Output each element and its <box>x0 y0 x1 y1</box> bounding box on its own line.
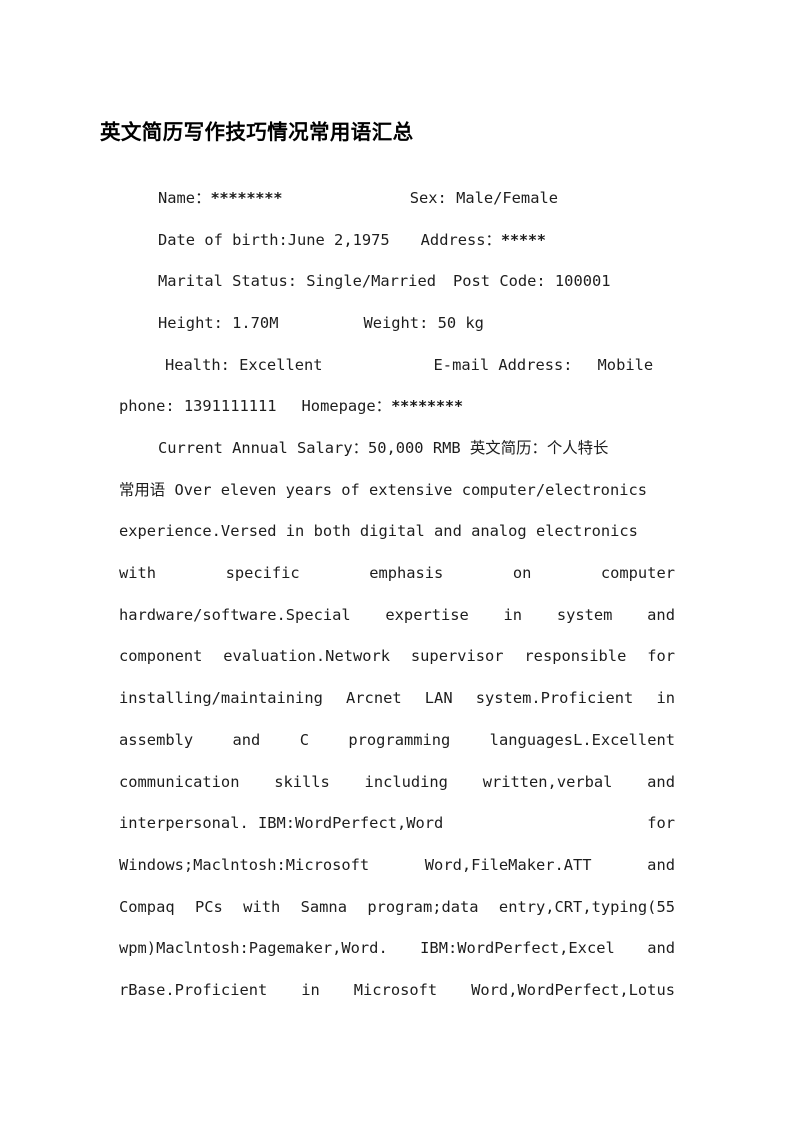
address-label: Address： <box>420 230 501 249</box>
line-with-specific: with specific emphasis on computer <box>119 553 675 595</box>
text-segment: for <box>647 647 675 666</box>
text-segment: with <box>243 897 281 916</box>
header-row-name: Name：******** Sex: Male/Female <box>119 178 675 220</box>
post-code-field: Post Code: 100001 <box>452 272 611 291</box>
text-segment: experience.Versed in both digital and an… <box>119 522 638 541</box>
line-compaq: Compaq PCs with Samna program;data entry,CRT,… <box>119 887 675 929</box>
text-segment: C <box>299 730 309 749</box>
text-segment: and <box>647 605 675 624</box>
text-run: Current Annual Salary：50,000 RMB 英文简历：个人… <box>158 428 608 470</box>
text-segment: Current Annual Salary：50,000 RMB <box>158 439 470 457</box>
text-segment: entry,CRT,typing(55 <box>498 897 675 916</box>
text-segment: PCs <box>194 897 223 916</box>
text-segment: hardware/software.Special <box>119 605 351 624</box>
text-segment: communication <box>119 772 240 791</box>
text-segment: IBM:WordPerfect,Excel <box>420 939 615 958</box>
weight-field: Weight: 50 kg <box>363 314 484 333</box>
text-segment: and <box>647 772 675 791</box>
line-windows: Windows;Maclntosh:Microsoft Word,FileMake… <box>119 845 675 887</box>
page-title: 英文简历写作技巧情况常用语汇总 <box>100 120 414 144</box>
dob-field: Date of birth:June 2,1975 <box>158 230 390 249</box>
text-segment: and <box>232 730 261 749</box>
header-row-dob: Date of birth:June 2,1975 Address： ***** <box>119 220 675 262</box>
text-segment: wpm)Maclntosh:Pagemaker,Word. <box>119 939 388 958</box>
resume-header-block: Name：******** Sex: Male/Female Date of b… <box>119 178 675 428</box>
text-segment: emphasis <box>369 564 444 583</box>
text-segment: supervisor <box>410 647 504 666</box>
text-segment: written,verbal <box>482 772 613 791</box>
header-row-phone: phone: 1391111111 Homepage： ******** <box>119 386 675 428</box>
text-segment: in <box>503 605 523 624</box>
text-segment: with <box>119 564 157 583</box>
text-segment: Samna <box>300 897 347 916</box>
line-experience: experience.Versed in both digital and an… <box>119 511 675 553</box>
text-segment: in <box>301 980 320 999</box>
homepage-label: Homepage： <box>301 397 392 416</box>
header-row-height: Height: 1.70M Weight: 50 kg <box>119 303 675 345</box>
line-installing: installing/maintaining Arcnet LAN system.Pr… <box>119 678 675 720</box>
height-field: Height: 1.70M <box>158 314 279 333</box>
line-hardware: hardware/software.Special expertise in syst… <box>119 595 675 637</box>
sex-field: Sex: Male/Female <box>409 189 558 207</box>
text-segment: Word,WordPerfect,Lotus <box>471 980 675 999</box>
text-segment: system <box>556 605 613 624</box>
text-segment: component <box>119 647 203 666</box>
text-run: 常用语 Over eleven years of extensive compu… <box>119 470 647 512</box>
resume-summary-paragraph: Current Annual Salary：50,000 RMB 英文简历：个人… <box>119 428 675 1012</box>
text-segment: in <box>656 689 675 708</box>
line-rbase: rBase.Proficient in Microsoft Word,WordPerf… <box>119 970 675 1012</box>
email-label: E-mail Address: <box>433 355 573 374</box>
text-segment: program;data <box>367 897 479 916</box>
text-segment: Windows;Maclntosh:Microsoft <box>119 855 370 874</box>
document-page: 英文简历写作技巧情况常用语汇总 Name：******** Sex: Male/… <box>0 0 793 1122</box>
text-segment: Word,FileMaker.ATT <box>424 855 592 874</box>
header-row-marital: Marital Status: Single/Married Post Code… <box>119 261 675 303</box>
line-wpm: wpm)Maclntosh:Pagemaker,Word. IBM:WordPer… <box>119 928 675 970</box>
text-segment: programming <box>348 730 451 749</box>
health-field: Health: Excellent <box>165 355 323 374</box>
line-assembly: assembly and Cprogramming languagesL.Excell… <box>119 720 675 762</box>
line-communication: communication skills including written,verb… <box>119 762 675 804</box>
address-value: ***** <box>500 230 546 249</box>
text-segment: assembly <box>119 730 194 749</box>
name-value: ******** <box>210 189 283 207</box>
text-segment: for <box>647 814 675 833</box>
text-segment: Microsoft <box>353 980 438 999</box>
text-segment: skills <box>274 772 330 791</box>
text-segment: computer <box>600 564 675 583</box>
marital-status-field: Marital Status: Single/Married <box>158 272 436 291</box>
text-segment: and <box>647 855 675 874</box>
text-segment: Compaq <box>119 897 175 916</box>
text-segment: evaluation.Network <box>223 647 391 666</box>
line-salary: Current Annual Salary：50,000 RMB 英文简历：个人… <box>119 428 714 470</box>
text-segment: Arcnet <box>346 689 402 708</box>
text-segment: expertise <box>385 605 469 624</box>
text-segment: installing/maintaining <box>119 689 323 708</box>
homepage-value: ******** <box>391 397 463 416</box>
text-segment: Over eleven years of extensive computer/… <box>165 480 648 499</box>
text-segment: responsible <box>524 647 627 666</box>
text-segment: languagesL.Excellent <box>489 730 675 749</box>
line-component: component evaluation.Network supervisor res… <box>119 636 675 678</box>
line-interpersonal: interpersonal. IBM:WordPerfect,Word for <box>119 803 675 845</box>
phone-field: phone: 1391111111 <box>119 397 277 416</box>
text-segment: interpersonal. IBM:WordPerfect,Word <box>119 814 444 833</box>
text-segment: rBase.Proficient <box>119 980 268 999</box>
text-segment: system.Proficient <box>475 689 634 708</box>
text-segment: specific <box>225 564 300 583</box>
mobile-word: Mobile <box>597 355 654 374</box>
text-segment: including <box>364 772 448 791</box>
line-over-eleven: 常用语 Over eleven years of extensive compu… <box>119 470 675 512</box>
text-segment: LAN <box>424 689 453 708</box>
name-label: Name： <box>158 189 211 207</box>
text-segment: on <box>512 564 532 583</box>
text-segment: and <box>647 939 675 958</box>
header-row-health: Health: Excellent E-mail Address: Mobile <box>119 345 675 387</box>
text-segment: 常用语 <box>119 480 166 499</box>
name-field: Name：******** <box>119 178 283 220</box>
text-segment: 英文简历：个人特长 <box>469 439 609 457</box>
text-run: experience.Versed in both digital and an… <box>119 511 638 553</box>
